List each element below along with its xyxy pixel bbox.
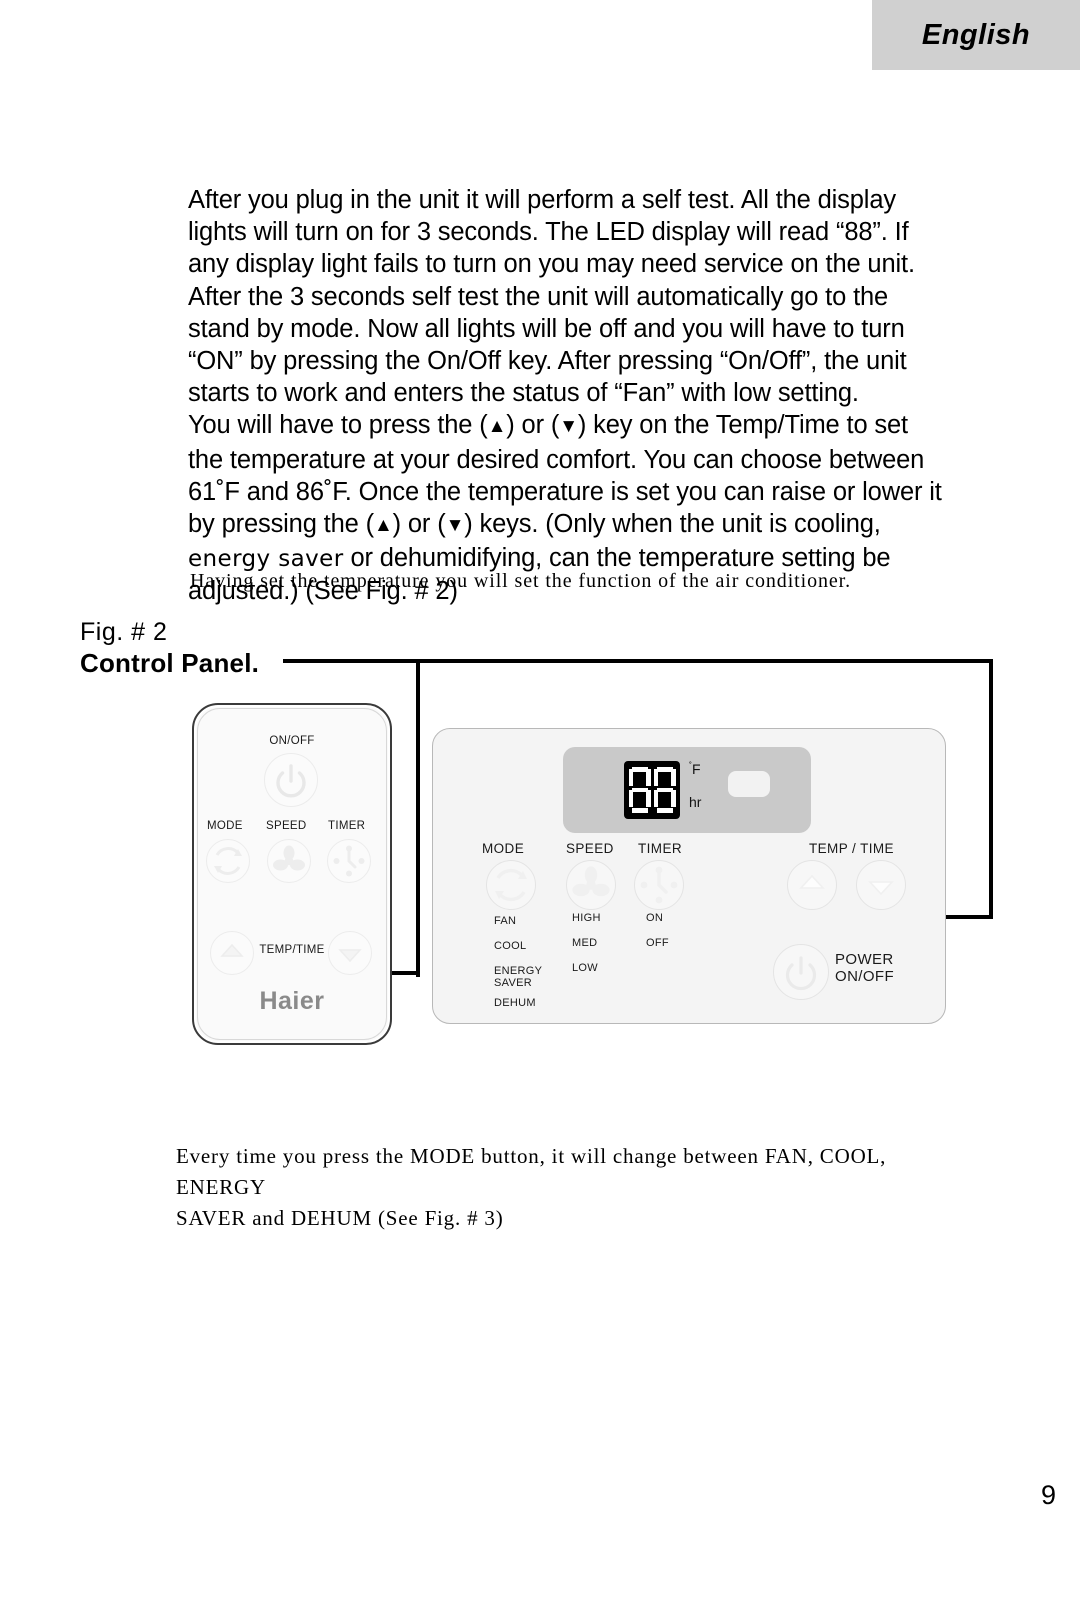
panel-speed-option-low: LOW (572, 962, 598, 974)
panel-mode-option-dehum: DEHUM (494, 997, 536, 1009)
remote-timer-label: TIMER (328, 820, 366, 832)
panel-timer-label: TIMER (638, 841, 682, 856)
haier-brand-logo: Haier (259, 987, 325, 1015)
remote-timer-button[interactable] (327, 839, 371, 883)
remote-control-device: ON/OFF MODE SPEED TIMER TEMP/TIME Haier (192, 703, 392, 1045)
caption-having-set: Having set the temperature you will set … (190, 570, 852, 592)
power-icon (276, 764, 306, 798)
led-value (628, 767, 676, 813)
closing-caption-line-1: Every time you press the MODE button, it… (176, 1144, 887, 1199)
panel-temp-time-label: TEMP / TIME (809, 841, 894, 856)
fan-blade-icon (273, 845, 305, 871)
panel-mode-button[interactable] (486, 860, 536, 910)
up-arrow-glyph-2: ▲ (373, 515, 393, 537)
up-arrow-icon (799, 874, 825, 889)
language-tab-label: English (921, 18, 1031, 51)
connector-middle-vertical (416, 659, 420, 977)
panel-power-text-line1: POWER (835, 951, 894, 968)
remote-temp-up-button[interactable] (210, 931, 254, 975)
panel-power-button[interactable] (773, 944, 829, 1000)
down-arrow-icon (868, 881, 894, 896)
down-arrow-glyph-2: ▼ (445, 515, 465, 537)
closing-caption-line-2: SAVER and DEHUM (See Fig. # 3) (176, 1206, 504, 1230)
figure-number: Fig. # 2 (80, 618, 168, 646)
remote-on-off-label: ON/OFF (269, 735, 315, 747)
panel-mode-option-fan: FAN (494, 915, 517, 927)
panel-mode-option-cool: COOL (494, 940, 527, 952)
led-digit-display (624, 761, 680, 819)
body-text-block: After you plug in the unit it will perfo… (188, 184, 948, 608)
remote-speed-label: SPEED (266, 820, 307, 832)
panel-temp-up-button[interactable] (787, 860, 837, 910)
p2-part-e: ) keys. (Only when the unit is cooling, (464, 510, 881, 539)
led-digit-2 (653, 767, 676, 813)
down-arrow-icon (338, 949, 362, 963)
clock-icon (333, 845, 365, 877)
led-unit-hour: hr (689, 794, 702, 810)
panel-timer-button[interactable] (634, 860, 684, 910)
clock-icon (640, 866, 678, 904)
remote-power-button[interactable] (264, 753, 318, 807)
page-number: 9 (1040, 1480, 1056, 1510)
power-icon (785, 956, 817, 991)
remote-mode-label: MODE (207, 820, 243, 832)
remote-temp-down-button[interactable] (328, 931, 372, 975)
panel-mode-option-energy-saver-1: ENERGY (494, 965, 543, 977)
connector-top-horizontal (283, 659, 993, 663)
remote-mode-button[interactable] (206, 839, 250, 883)
led-display-plate: ˚F hr (563, 747, 811, 833)
panel-timer-option-on: ON (646, 912, 664, 924)
panel-speed-option-high: HIGH (572, 912, 601, 924)
paragraph-1: After you plug in the unit it will perfo… (188, 186, 915, 408)
figure-title: Control Panel. (80, 648, 260, 678)
up-arrow-icon (220, 943, 244, 957)
mode-cycle-icon (214, 847, 242, 875)
led-digit-1 (628, 767, 651, 813)
p2-part-b: ) or ( (506, 411, 560, 440)
closing-caption-block: Every time you press the MODE button, it… (176, 1141, 966, 1234)
p2-part-d: ) or ( (392, 510, 446, 539)
panel-timer-option-off: OFF (646, 937, 669, 949)
panel-mode-label: MODE (482, 841, 525, 856)
panel-speed-label: SPEED (566, 841, 614, 856)
panel-power-text-line2: ON/OFF (835, 968, 895, 985)
panel-temp-down-button[interactable] (856, 860, 906, 910)
panel-speed-button[interactable] (566, 860, 616, 910)
led-indicator-window (728, 771, 770, 797)
energy-saver-phrase: energy saver (188, 546, 344, 573)
remote-speed-button[interactable] (267, 839, 311, 883)
panel-mode-option-energy-saver-2: SAVER (494, 977, 532, 989)
up-arrow-glyph-1: ▲ (487, 416, 507, 438)
connector-right-vertical (989, 659, 993, 919)
p2-part-a: You will have to press the ( (188, 411, 488, 440)
mode-cycle-icon (495, 868, 527, 902)
language-tab: English (872, 0, 1080, 70)
panel-speed-option-med: MED (572, 937, 598, 949)
down-arrow-glyph-1: ▼ (559, 416, 578, 438)
control-panel-device: ˚F hr MODE FAN COOL ENERGY SAVER DEHUM S… (432, 728, 946, 1024)
fan-blade-icon (572, 866, 610, 897)
led-unit-fahrenheit: ˚F (689, 761, 701, 777)
